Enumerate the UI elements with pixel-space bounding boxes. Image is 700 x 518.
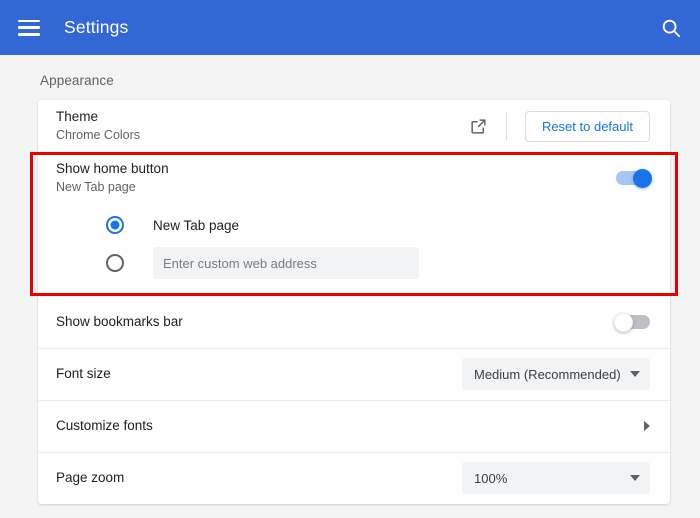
show-bookmarks-bar-label: Show bookmarks bar (56, 313, 616, 331)
custom-web-address-input[interactable] (153, 247, 419, 279)
font-size-dropdown[interactable]: Medium (Recommended) (462, 358, 650, 390)
customize-fonts-label: Customize fonts (56, 417, 644, 435)
show-home-button-label: Show home button (56, 160, 616, 178)
radio-new-tab-page-label: New Tab page (153, 218, 239, 233)
toggle-knob (633, 169, 652, 188)
radio-option-new-tab-page[interactable]: New Tab page (56, 206, 650, 244)
chevron-down-icon (630, 475, 640, 481)
customize-fonts-text-group: Customize fonts (56, 417, 644, 435)
show-home-button-sublabel: New Tab page (56, 179, 616, 196)
theme-actions: Reset to default (469, 111, 650, 142)
appearance-card: Theme Chrome Colors Reset to default (38, 100, 670, 504)
row-font-size[interactable]: Font size Medium (Recommended) (38, 348, 670, 400)
row-page-zoom[interactable]: Page zoom 100% (38, 452, 670, 504)
reset-to-default-button[interactable]: Reset to default (525, 111, 650, 142)
row-show-home-button[interactable]: Show home button New Tab page (38, 152, 670, 204)
theme-text-group: Theme Chrome Colors (56, 108, 469, 144)
row-theme[interactable]: Theme Chrome Colors Reset to default (38, 100, 670, 152)
settings-page: Appearance Theme Chrome Colors Reset to … (0, 55, 700, 518)
page-zoom-label: Page zoom (56, 469, 462, 487)
theme-divider (506, 112, 507, 140)
home-button-text-group: Show home button New Tab page (56, 160, 616, 196)
bookmarks-bar-text-group: Show bookmarks bar (56, 313, 616, 331)
font-size-value: Medium (Recommended) (474, 367, 621, 382)
theme-label: Theme (56, 108, 469, 126)
font-size-text-group: Font size (56, 365, 462, 383)
app-bar: Settings (0, 0, 700, 55)
page-zoom-text-group: Page zoom (56, 469, 462, 487)
chevron-right-icon[interactable] (644, 421, 650, 431)
page-zoom-value: 100% (474, 471, 507, 486)
external-link-icon[interactable] (469, 117, 488, 136)
show-home-button-toggle[interactable] (616, 171, 650, 185)
radio-option-custom-address[interactable] (56, 244, 650, 282)
chevron-down-icon (630, 371, 640, 377)
appearance-section-title: Appearance (38, 73, 670, 88)
row-customize-fonts[interactable]: Customize fonts (38, 400, 670, 452)
show-bookmarks-bar-toggle[interactable] (616, 315, 650, 329)
hamburger-line (18, 33, 40, 36)
toggle-knob (614, 313, 633, 332)
row-show-bookmarks-bar[interactable]: Show bookmarks bar (38, 296, 670, 348)
page-zoom-dropdown[interactable]: 100% (462, 462, 650, 494)
search-icon[interactable] (660, 17, 682, 39)
page-title: Settings (64, 17, 128, 38)
radio-new-tab-page[interactable] (106, 216, 124, 234)
font-size-label: Font size (56, 365, 462, 383)
hamburger-line (18, 26, 40, 29)
home-button-highlight-block: Show home button New Tab page New Tab pa… (38, 152, 670, 296)
radio-custom-address[interactable] (106, 254, 124, 272)
hamburger-line (18, 20, 40, 23)
hamburger-menu-icon[interactable] (18, 20, 40, 36)
home-button-options: New Tab page (38, 204, 670, 296)
theme-sublabel: Chrome Colors (56, 127, 469, 144)
